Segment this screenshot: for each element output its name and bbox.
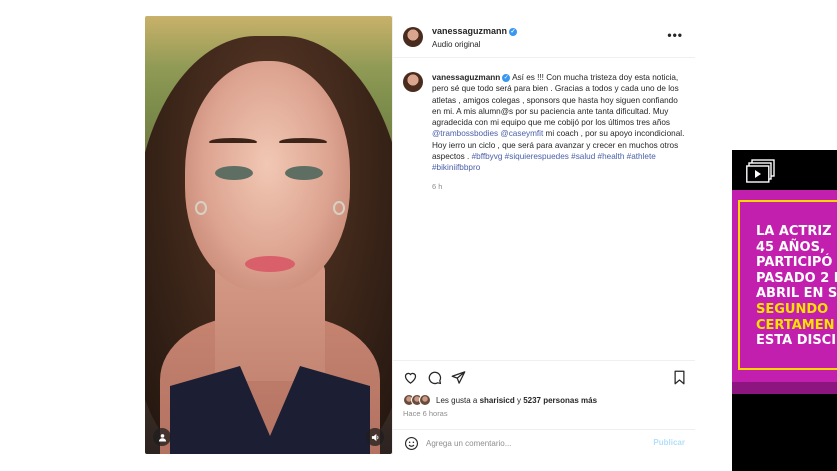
promo-card-bottom — [732, 382, 837, 394]
caption-text: vanessaguzmann ✓ Así es !!! Con mucha tri… — [432, 72, 688, 174]
post-panel: vanessaguzmann ✓ Audio original ••• vanes… — [392, 16, 695, 454]
avatar[interactable] — [403, 72, 423, 92]
verified-badge-icon: ✓ — [502, 73, 511, 82]
mention-link[interactable]: @caseymfit — [500, 129, 543, 138]
likes-summary[interactable]: Les gusta a sharisicd y 5237 personas má… — [403, 394, 597, 406]
video-frame-brow — [279, 138, 327, 146]
like-heart-icon[interactable] — [402, 369, 418, 385]
promo-line-highlight: CERTAMEN — [756, 317, 835, 333]
caption-time: 6 h — [432, 181, 443, 191]
promo-line: PASADO 2 D — [756, 270, 837, 286]
post-username[interactable]: vanessaguzmann ✓ — [432, 26, 518, 36]
liker-username[interactable]: sharisicd — [480, 396, 515, 405]
video-frame-lips — [245, 256, 295, 272]
likes-prefix: Les gusta a — [436, 395, 480, 405]
promo-line: 45 AÑOS, — [756, 239, 825, 255]
post-caption: vanessaguzmann ✓ Así es !!! Con mucha tri… — [403, 72, 688, 191]
emoji-smiley-icon[interactable] — [403, 435, 419, 451]
likes-text: Les gusta a sharisicd y 5237 personas má… — [436, 396, 597, 405]
caption-username[interactable]: vanessaguzmann — [432, 73, 500, 82]
post-actions: Les gusta a sharisicd y 5237 personas má… — [393, 360, 695, 454]
audio-label[interactable]: Audio original — [432, 40, 480, 49]
comment-bubble-icon[interactable] — [426, 369, 442, 385]
save-bookmark-icon[interactable] — [671, 369, 687, 385]
share-paper-plane-icon[interactable] — [450, 369, 466, 385]
video-frame-earring — [195, 201, 207, 215]
promo-line: LA ACTRIZ — [756, 224, 832, 239]
comment-input[interactable] — [426, 436, 646, 450]
promo-video-widget[interactable]: LA ACTRIZ 45 AÑOS, PARTICIPÓ PASADO 2 D … — [732, 150, 837, 471]
more-options-icon[interactable]: ••• — [667, 28, 683, 42]
video-playlist-icon[interactable] — [746, 159, 776, 183]
publish-button[interactable]: Publicar — [653, 438, 685, 447]
verified-badge-icon: ✓ — [509, 27, 518, 36]
promo-line: PARTICIPÓ — [756, 255, 833, 271]
post-header: vanessaguzmann ✓ Audio original ••• — [393, 16, 695, 58]
promo-line-highlight: SEGUNDO — [756, 301, 829, 317]
promo-headline[interactable]: LA ACTRIZ 45 AÑOS, PARTICIPÓ PASADO 2 D … — [756, 224, 837, 349]
video-frame-earring — [333, 201, 345, 215]
video-frame-eye — [285, 166, 323, 180]
audio-toggle-icon[interactable] — [366, 428, 384, 446]
video-frame-brow — [209, 138, 257, 146]
tagged-user-icon[interactable] — [153, 428, 171, 446]
post-video[interactable] — [145, 16, 392, 454]
video-frame-eye — [215, 166, 253, 180]
likes-count[interactable]: 5237 personas más — [523, 396, 597, 405]
post-timestamp: Hace 6 horas — [403, 409, 448, 418]
promo-line: ABRIL EN SU — [756, 286, 837, 302]
comment-bar: Publicar — [393, 429, 695, 455]
username-text[interactable]: vanessaguzmann — [432, 26, 507, 36]
liker-avatar — [419, 394, 431, 406]
promo-line: ESTA DISCI — [756, 333, 837, 349]
avatar[interactable] — [403, 27, 423, 47]
mention-link[interactable]: @trambossbodies — [432, 129, 498, 138]
likes-middle: y — [514, 395, 524, 405]
